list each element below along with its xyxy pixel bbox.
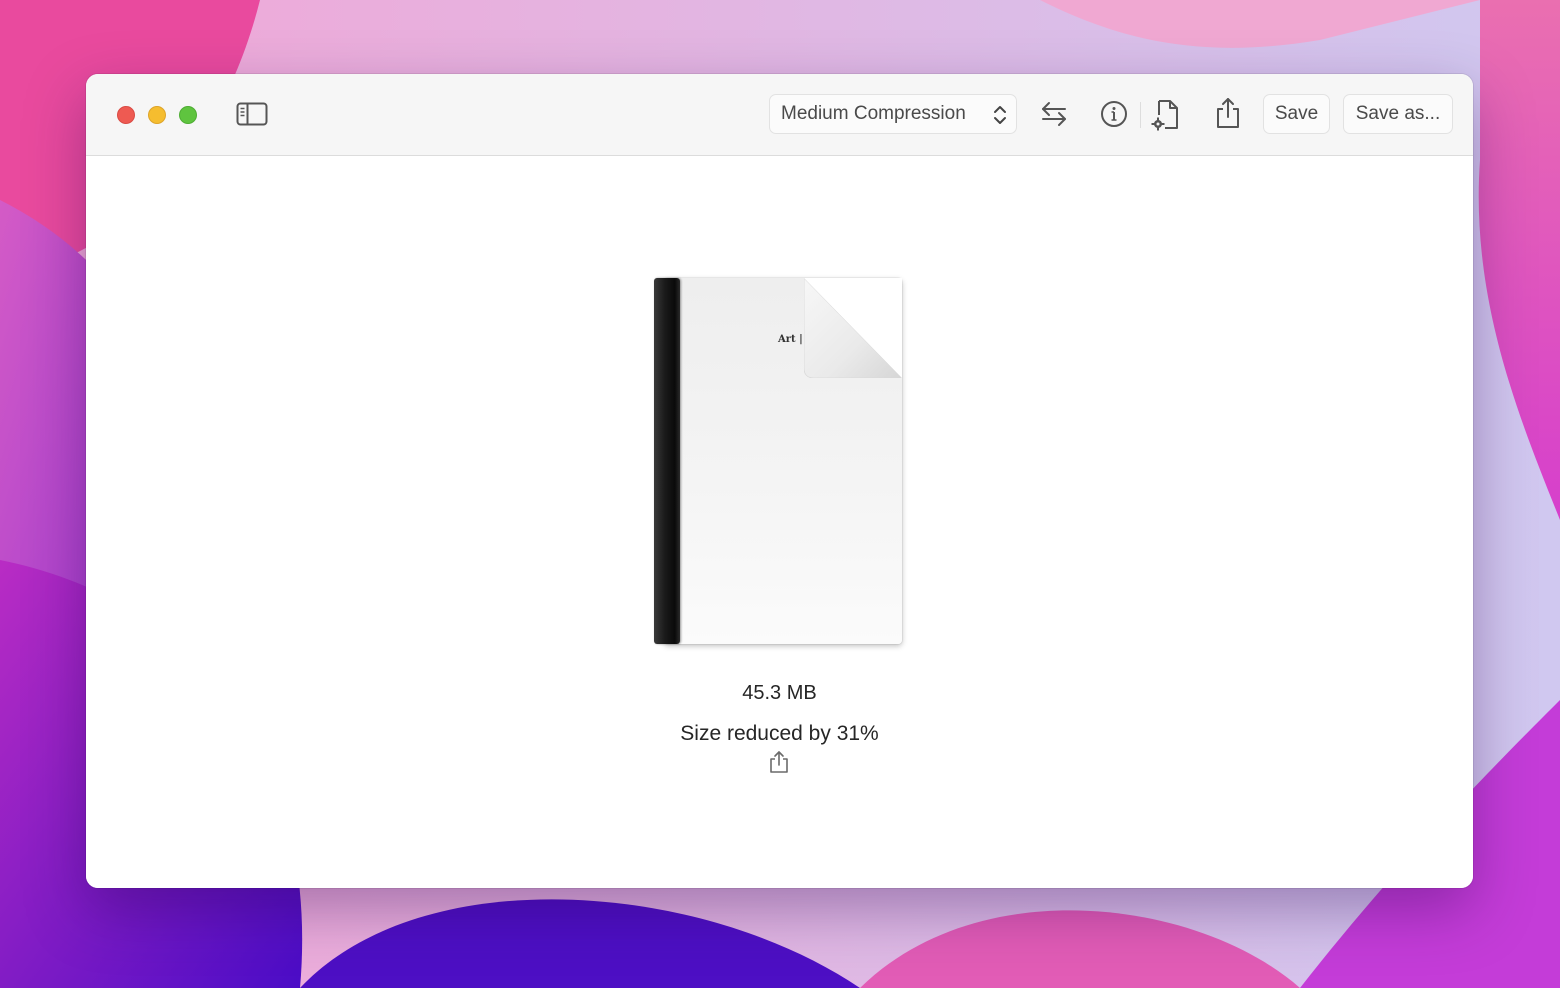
sidebar-toggle-button[interactable] bbox=[234, 100, 270, 128]
document-thumbnail-title: Art | bbox=[778, 334, 803, 345]
share-result-button[interactable] bbox=[768, 750, 790, 774]
share-button[interactable] bbox=[1208, 94, 1248, 132]
chevron-up-down-icon bbox=[994, 106, 1006, 124]
page-curl-icon bbox=[804, 278, 902, 378]
minimize-window-button[interactable] bbox=[148, 106, 166, 124]
file-size-label: 45.3 MB bbox=[742, 682, 817, 704]
save-as-button[interactable]: Save as... bbox=[1343, 94, 1453, 134]
compression-level-label: Medium Compression bbox=[781, 103, 966, 124]
document-settings-button[interactable] bbox=[1146, 96, 1186, 134]
arrows-swap-icon bbox=[1042, 102, 1066, 126]
document-gear-icon bbox=[1151, 100, 1178, 131]
share-icon bbox=[1217, 98, 1239, 128]
app-window: Medium Compression Save Save as... Art |… bbox=[86, 74, 1473, 888]
zoom-window-button[interactable] bbox=[179, 106, 197, 124]
info-circle-icon bbox=[1101, 101, 1127, 127]
save-button[interactable]: Save bbox=[1263, 94, 1330, 134]
compression-level-select[interactable]: Medium Compression bbox=[769, 94, 1017, 134]
toolbar-divider bbox=[1140, 102, 1141, 128]
document-spine bbox=[654, 278, 680, 644]
share-icon bbox=[770, 751, 788, 773]
document-preview-area: Art | 45.3 MB Size reduced by 31% bbox=[86, 156, 1473, 888]
size-reduction-label: Size reduced by 31% bbox=[680, 722, 879, 745]
close-window-button[interactable] bbox=[117, 106, 135, 124]
document-thumbnail[interactable]: Art | bbox=[654, 278, 904, 646]
sidebar-icon bbox=[236, 102, 268, 126]
toolbar: Medium Compression Save Save as... bbox=[86, 74, 1473, 156]
info-button[interactable] bbox=[1096, 96, 1132, 132]
desktop-background: Medium Compression Save Save as... Art |… bbox=[0, 0, 1560, 988]
compare-button[interactable] bbox=[1034, 96, 1074, 132]
